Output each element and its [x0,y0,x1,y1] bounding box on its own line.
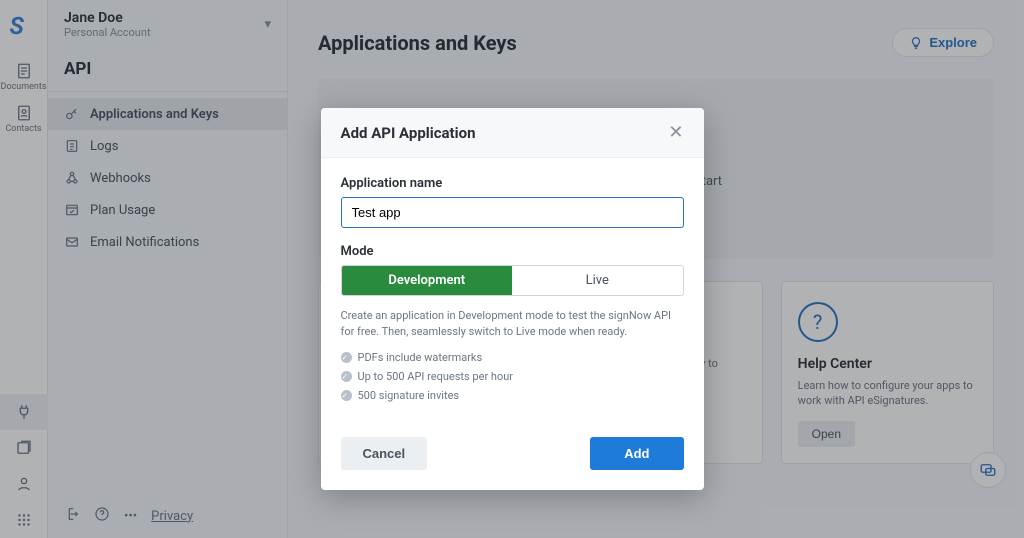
bullet-item: PDFs include watermarks [341,348,684,367]
name-label: Application name [341,176,684,191]
modal-title: Add API Application [341,124,476,142]
cancel-button[interactable]: Cancel [341,437,428,470]
mode-live[interactable]: Live [512,266,683,295]
add-application-modal: Add API Application ✕ Application name M… [321,108,704,490]
close-icon[interactable]: ✕ [668,122,683,143]
application-name-input[interactable] [341,197,684,228]
modal-overlay[interactable]: Add API Application ✕ Application name M… [0,0,1024,538]
mode-label: Mode [341,244,684,259]
bullet-item: 500 signature invites [341,386,684,405]
mode-toggle: Development Live [341,265,684,296]
mode-bullets: PDFs include watermarks Up to 500 API re… [341,348,684,405]
bullet-item: Up to 500 API requests per hour [341,367,684,386]
add-button[interactable]: Add [590,437,683,470]
mode-description: Create an application in Development mod… [341,308,684,340]
mode-development[interactable]: Development [342,266,513,295]
